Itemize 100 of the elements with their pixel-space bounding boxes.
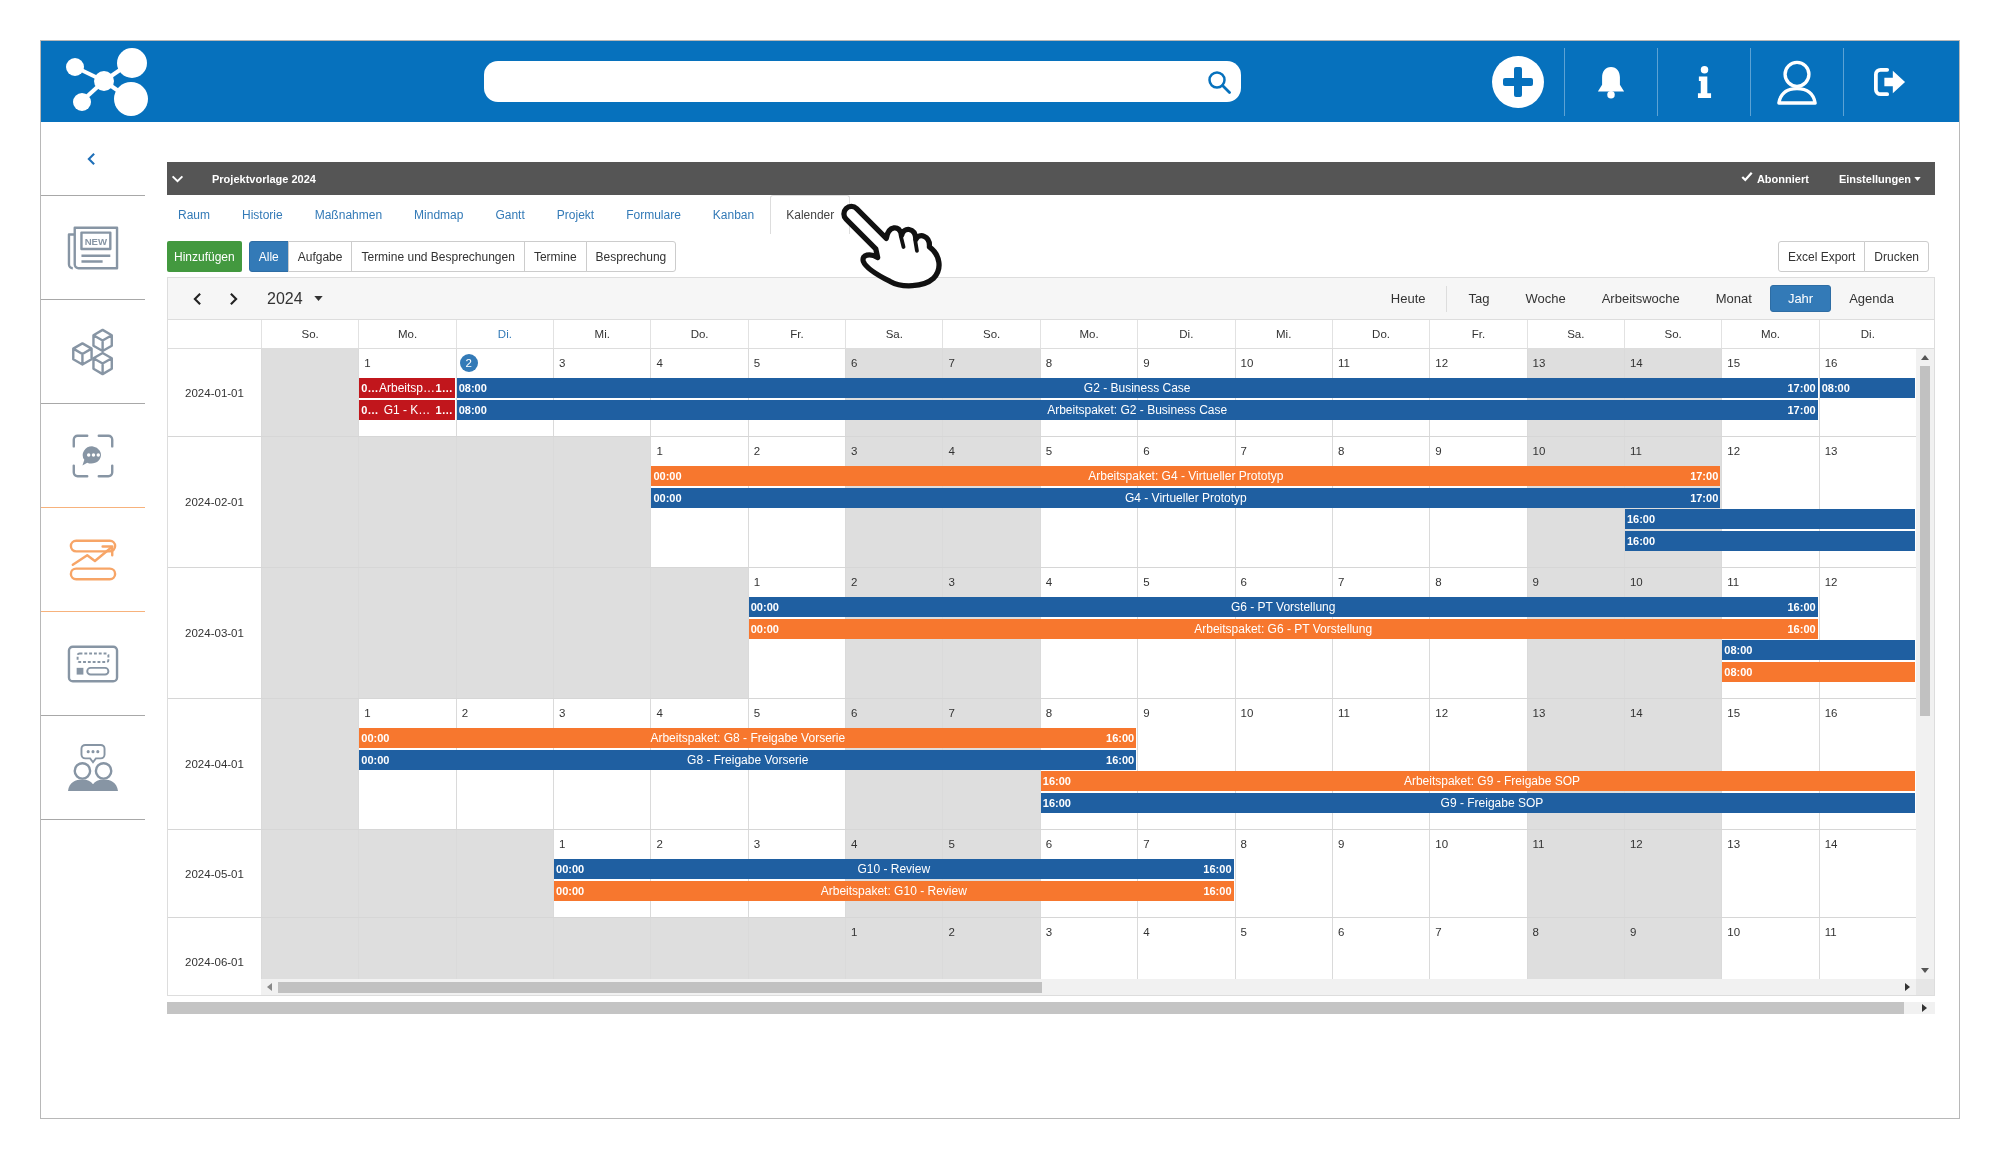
day-number: 11 [1824, 925, 1837, 939]
settings-dropdown[interactable]: Einstellungen [1838, 172, 1921, 185]
view-button[interactable]: Woche [1507, 285, 1584, 312]
day-number: 2 [851, 575, 858, 589]
add-button[interactable]: Hinzufügen [167, 241, 242, 272]
subscribe-toggle[interactable]: Abonniert [1740, 171, 1809, 186]
user-avatar-icon[interactable] [1776, 58, 1818, 105]
event-start-time: 0… [361, 382, 379, 394]
event-bar[interactable]: 16:00 [1624, 509, 1915, 529]
event-bar[interactable]: 08:00 Arbeitspaket: G2 - Business Case 17:00 [456, 399, 1818, 420]
view-button[interactable]: Arbeitswoche [1583, 285, 1698, 312]
vertical-scrollbar[interactable] [1916, 349, 1934, 979]
tab[interactable]: Mindmap [398, 195, 480, 234]
day-number: 4 [656, 706, 663, 720]
tab[interactable]: Historie [226, 195, 299, 234]
event-start-time: 00:00 [653, 491, 682, 504]
day-number: 6 [1143, 444, 1150, 458]
day-number: 14 [1629, 706, 1643, 720]
event-bar[interactable]: 16:00 G9 - Freigabe SOP [1040, 792, 1915, 813]
day-number: 4 [1143, 925, 1150, 939]
scroll-down-icon[interactable] [1921, 968, 1929, 973]
event-start-time: 08:00 [1724, 644, 1753, 656]
scroll-up-icon[interactable] [1921, 355, 1929, 360]
chevron-left-icon[interactable] [192, 291, 202, 306]
search-icon[interactable] [1207, 69, 1231, 94]
filter-button[interactable]: Aufgabe [287, 241, 353, 272]
search-field[interactable] [484, 61, 1241, 102]
project-title: Projektvorlage 2024 [212, 172, 316, 185]
day-number: 5 [948, 837, 955, 851]
row-date-label: 2024-06-01 [185, 955, 244, 968]
event-end-time: 16:00 [1106, 753, 1135, 766]
view-button[interactable]: Monat [1697, 285, 1770, 312]
weekday-header: So. [1664, 328, 1682, 340]
event-bar[interactable]: 0… G1 - K… 1… [359, 399, 455, 420]
scroll-right-icon[interactable] [1922, 1004, 1927, 1012]
day-number: 1 [656, 444, 663, 458]
tab[interactable]: Gantt [479, 195, 541, 234]
today-button[interactable]: Heute [1372, 285, 1444, 312]
event-bar[interactable]: 08:00 [1722, 640, 1915, 660]
toolbar-button[interactable]: Drucken [1864, 241, 1929, 272]
tab[interactable]: Maßnahmen [298, 195, 399, 234]
chevron-right-icon[interactable] [228, 291, 238, 306]
info-icon[interactable] [1696, 65, 1712, 98]
day-number: 3 [851, 444, 858, 458]
tab[interactable]: Formulare [610, 195, 697, 234]
event-bar[interactable]: 00:00 G8 - Freigabe Vorserie 16:00 [359, 749, 1137, 770]
day-number: 9 [1532, 575, 1539, 589]
event-bar[interactable]: 00:00 G4 - Virtueller Prototyp 17:00 [651, 487, 1721, 508]
day-number: 9 [1143, 356, 1150, 370]
event-title: Arbeitsp… [379, 381, 436, 395]
bell-icon[interactable] [1596, 64, 1626, 99]
caret-down-icon [313, 296, 323, 301]
day-number: 6 [1337, 925, 1345, 939]
day-number: 5 [753, 356, 761, 370]
day-number: 5 [1240, 925, 1247, 939]
tab[interactable]: Kalender [770, 195, 851, 234]
event-bar[interactable]: 0…Arbeitsp…1… [359, 378, 455, 398]
logout-icon[interactable] [1873, 65, 1907, 98]
scroll-left-icon[interactable] [267, 983, 272, 991]
row-date-label: 2024-02-01 [185, 496, 244, 508]
scroll-right-icon[interactable] [1905, 983, 1910, 991]
view-button[interactable]: Jahr [1769, 285, 1832, 312]
filter-button[interactable]: Termine [523, 241, 587, 272]
plus-circle-icon[interactable] [1491, 55, 1544, 108]
tab[interactable]: Kanban [696, 195, 771, 234]
event-bar[interactable]: 00:00 G10 - Review 16:00 [554, 859, 1234, 879]
network-nodes-icon[interactable] [64, 46, 150, 117]
weekday-header: So. [983, 328, 1001, 340]
event-start-time: 00:00 [750, 601, 779, 613]
filter-button[interactable]: Besprechung [585, 241, 677, 272]
toolbar-button[interactable]: Excel Export [1777, 241, 1866, 272]
tab[interactable]: Raum [162, 195, 226, 234]
view-button[interactable]: Tag [1450, 285, 1508, 312]
event-title: G8 - Freigabe Vorserie [687, 752, 809, 767]
horizontal-scrollbar[interactable] [261, 979, 1916, 995]
filter-button[interactable]: Termine und Besprechungen [351, 241, 525, 272]
event-title: Arbeitspaket: G6 - PT Vorstellung [1194, 621, 1373, 636]
event-bar[interactable]: 00:00 G6 - PT Vorstellung 16:00 [748, 597, 1818, 617]
day-number: 3 [948, 575, 955, 589]
event-end-time: 17:00 [1787, 403, 1816, 416]
weekday-header: Mi. [1276, 328, 1292, 340]
view-button[interactable]: Agenda [1831, 285, 1912, 312]
weekday-header: Fr. [1471, 328, 1486, 340]
day-number: 1 [364, 706, 371, 720]
event-start-time: 08:00 [458, 382, 487, 394]
scrollbar-thumb[interactable] [278, 981, 1042, 993]
tab[interactable]: Projekt [540, 195, 611, 234]
day-number: 7 [948, 356, 955, 370]
day-number: 7 [948, 706, 955, 720]
day-number: 10 [1629, 575, 1643, 589]
year-picker[interactable]: 2024 [267, 289, 323, 308]
row-date-label: 2024-04-01 [185, 758, 244, 770]
event-end-time: 16:00 [1203, 884, 1232, 897]
chevron-down-icon[interactable] [171, 174, 184, 183]
filter-button[interactable]: Alle [248, 241, 289, 272]
event-bar[interactable]: 08:00 G2 - Business Case 17:00 [456, 378, 1818, 398]
scrollbar-thumb[interactable] [1920, 366, 1930, 716]
event-title: G2 - Business Case [1083, 381, 1191, 395]
day-number: 13 [1824, 444, 1838, 458]
event-bar[interactable]: 08:00 [1819, 378, 1915, 398]
